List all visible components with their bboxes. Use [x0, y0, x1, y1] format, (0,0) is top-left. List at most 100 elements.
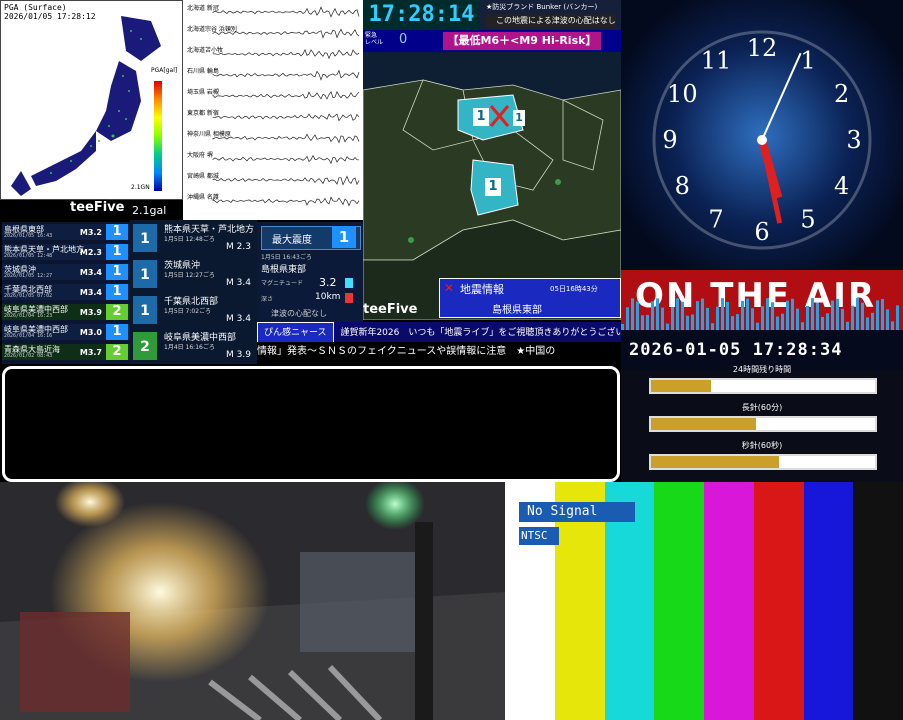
pga-value: 2.1gal — [132, 204, 166, 217]
intensity-map-panel: 1 1 1 teeFive ✕ 地震情報 05日16時43分 島根県東部 — [363, 30, 621, 320]
quake-detail-row: 2 岐阜県美濃中西部 1月4日 16:16ごろ M 3.9 — [130, 328, 257, 364]
spectrum-bar — [626, 307, 629, 330]
quake-detail-intensity: 2 — [133, 332, 157, 360]
ntsc-label: NTSC — [519, 527, 559, 545]
color-bar — [804, 482, 855, 720]
street-camera-feed — [0, 482, 505, 720]
max-intensity-time: 1月5日 16:43ごろ — [261, 252, 312, 261]
map-intensity-2: 1 — [513, 110, 525, 126]
waveform-panel: 北海道 新冠 北海道宗谷 浜頓別 北海道苫小牧 石川県 輪島 埼玉県 岩槻 東京都 新宿神… — [183, 0, 363, 220]
spectrum-bar — [841, 309, 844, 330]
quake-list-date: 2026/01/05 07:02 — [4, 293, 52, 299]
spectrum-bar — [766, 298, 769, 330]
map-intensity-3: 1 — [485, 178, 501, 196]
waveform-trace — [213, 114, 359, 121]
waveform-trace — [213, 176, 359, 184]
clock-number: 2 — [834, 80, 849, 108]
remaining-minute-label: 長針(60分) — [621, 402, 903, 413]
quake-list-intensity: 2 — [106, 344, 128, 360]
spectrum-bar — [886, 309, 889, 330]
spectrum-bar — [796, 309, 799, 330]
waveform-station-label: 石川県 輪島 — [187, 66, 219, 75]
spectrum-bar — [831, 301, 834, 330]
quake-detail-row: 1 茨城県沖 1月5日 12:27ごろ M 3.4 — [130, 256, 257, 292]
magnitude-value: 3.2 — [319, 276, 337, 289]
spectrum-bar — [756, 323, 759, 330]
clock-number: 4 — [834, 172, 849, 200]
spectrum-bar — [641, 315, 644, 330]
clock-number: 7 — [708, 206, 723, 234]
spectrum-bar — [821, 317, 824, 330]
waveform-trace — [213, 92, 359, 99]
spectrum-bar — [791, 299, 794, 330]
spectrum-bar — [676, 298, 679, 330]
quake-list-row: 熊本県天草・芦北地方 2026/01/05 12:48 M2.3 1 — [2, 244, 130, 260]
quake-detail-row: 1 千葉県北西部 1月5日 7:02ごろ M 3.4 — [130, 292, 257, 328]
color-bar — [654, 482, 705, 720]
remaining-second-fill — [651, 456, 779, 468]
quake-list-intensity: 1 — [106, 224, 128, 240]
quake-detail-mag: M 3.4 — [226, 314, 251, 324]
level-value: 0 — [399, 32, 407, 47]
clock-number: 9 — [662, 126, 677, 154]
color-bar — [754, 482, 805, 720]
quake-detail-row: 1 熊本県天草・芦北地方 1月5日 12:48ごろ M 2.3 — [130, 220, 257, 256]
waveform-station-label: 宮崎県 都城 — [187, 171, 219, 180]
spectrum-bar — [726, 302, 729, 330]
spectrum-bar — [696, 301, 699, 330]
quake-detail-intensity: 1 — [133, 224, 157, 252]
spectrum-bar — [761, 306, 764, 330]
pga-map-panel: PGA (Surface) 2026/01/05 17:28:12 PGA[ga… — [0, 0, 183, 200]
waveform-station-label: 大阪府 堺 — [187, 150, 213, 159]
quake-detail-time: 1月5日 7:02ごろ — [164, 306, 211, 315]
waveform-station-label: 埼玉県 岩槻 — [187, 87, 219, 96]
spectrum-bar — [691, 314, 694, 330]
quake-list-intensity: 1 — [106, 244, 128, 260]
spectrum-bar — [651, 301, 654, 330]
waveform-station-label: 北海道宗谷 浜頓別 — [187, 24, 237, 33]
quake-list-mag: M3.0 — [80, 328, 102, 337]
quake-list-row: 千葉県北西部 2026/01/05 07:02 M3.4 1 — [2, 284, 130, 300]
spectrum-bar — [686, 316, 689, 330]
spectrum-bar — [706, 308, 709, 330]
on-air-panel: ON THE AIR — [621, 270, 903, 330]
sponsor-banner: ★防災ブランド Bunker (バンカー) この地震による津波の心配はなし — [480, 0, 621, 30]
spectrum-bar — [701, 299, 704, 330]
clock-number: 1 — [800, 46, 815, 74]
quake-detail-list: 1 熊本県天草・芦北地方 1月5日 12:48ごろ M 2.3 1 茨城県沖 1月5日 12… — [130, 220, 257, 364]
sponsor-text: ★防災ブランド Bunker (バンカー) — [486, 2, 597, 12]
tsunami-note: この地震による津波の心配はなし — [486, 14, 616, 28]
remaining-minute-bar — [649, 416, 877, 432]
waveform-trace — [213, 197, 359, 205]
quake-info-time: 05日16時43分 — [550, 284, 598, 294]
ticker-line-1: 謹賀新年2026 いつも「地震ライブ」をご視聴頂きありがとうございます! — [336, 328, 621, 338]
waveform-trace — [213, 71, 359, 80]
remaining-24h-bar — [649, 378, 877, 394]
quake-detail-intensity: 1 — [133, 260, 157, 288]
level-label: 緊急 レベル — [365, 32, 395, 46]
spectrum-bar — [786, 301, 789, 330]
spectrum-bar — [836, 299, 839, 330]
quake-list-date: 2026/01/04 16:23 — [4, 313, 52, 319]
quake-list-row: 茨城県沖 2026/01/05 12:27 M3.4 1 — [2, 264, 130, 280]
clock-number: 11 — [701, 46, 732, 74]
spectrum-bar — [661, 308, 664, 330]
clock-number: 3 — [846, 126, 861, 154]
magnitude-label: マグニチュード — [261, 278, 303, 287]
quake-list-mag: M2.3 — [80, 248, 102, 257]
spectrum-bar — [656, 298, 659, 330]
ticker-top: ぴん感ニャース 謹賀新年2026 いつも「地震ライブ」をご視聴頂きありがとうござ… — [257, 322, 621, 342]
ticker-bottom: 情報」発表～ＳＮＳのフェイクニュースや誤情報に注意 ★中国の — [257, 342, 621, 362]
spectrum-bar — [746, 299, 749, 330]
spectrum-bar — [806, 306, 809, 330]
remaining-second-bar — [649, 454, 877, 470]
on-air-timestamp: 2026-01-05 17:28:34 — [629, 340, 842, 360]
spectrum-bar — [631, 298, 634, 330]
map-intensity-1: 1 — [473, 108, 489, 126]
pga-color-scale — [154, 81, 162, 191]
spectrum-bar — [681, 302, 684, 330]
ticker-tag: ぴん感ニャース — [257, 322, 334, 342]
waveform-trace — [213, 7, 359, 17]
waveform-trace — [213, 156, 359, 164]
quake-info-place: 島根県東部 — [492, 301, 542, 316]
